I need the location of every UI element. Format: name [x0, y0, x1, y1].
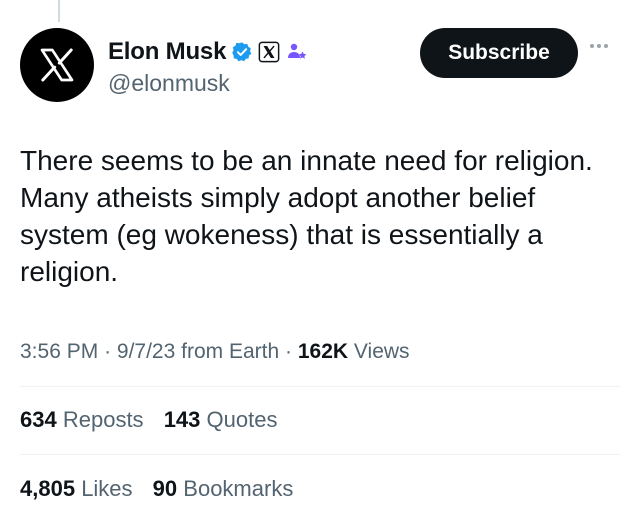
x-logo-icon	[40, 48, 74, 82]
meta-separator: ·	[285, 340, 293, 363]
subscribe-button[interactable]: Subscribe	[420, 28, 578, 78]
tweet-text-line: There seems to be an innate need for rel…	[20, 145, 593, 176]
avatar[interactable]	[20, 28, 94, 102]
tweet-text-line: religion.	[20, 256, 119, 287]
divider	[20, 386, 620, 387]
bookmarks-stat[interactable]: 90 Bookmarks	[153, 476, 294, 501]
tweet-detail: Elon Musk @elonmusk Subscribe There seem…	[0, 0, 640, 513]
likes-bookmarks-row: 4,805 Likes 90 Bookmarks	[20, 476, 307, 502]
thread-connector-line	[58, 0, 60, 22]
author-name-row: Elon Musk	[108, 38, 309, 66]
reposts-stat[interactable]: 634 Reposts	[20, 407, 150, 432]
parody-persons-icon[interactable]	[285, 41, 309, 63]
tweet-time[interactable]: 3:56 PM	[20, 340, 98, 363]
more-dots-icon[interactable]	[590, 44, 608, 48]
bookmarks-label: Bookmarks	[183, 476, 294, 501]
meta-separator: ·	[104, 340, 112, 363]
views-count: 162K	[297, 340, 349, 363]
tweet-text-line: system (eg wokeness) that is essentially…	[20, 219, 543, 250]
author-handle[interactable]: @elonmusk	[108, 70, 230, 97]
likes-label: Likes	[81, 476, 133, 501]
reposts-count: 634	[20, 407, 57, 432]
author-display-name[interactable]: Elon Musk	[108, 38, 226, 66]
verified-check-icon[interactable]	[231, 41, 253, 63]
tweet-text: There seems to be an innate need for rel…	[20, 142, 620, 290]
bookmarks-count: 90	[152, 476, 178, 501]
tweet-meta: 3:56 PM · 9/7/23 from Earth · 162K Views	[20, 340, 410, 364]
reposts-label: Reposts	[62, 407, 144, 432]
views-label: Views	[353, 340, 410, 363]
quotes-label: Quotes	[206, 407, 278, 432]
x-affiliate-icon[interactable]	[258, 41, 280, 63]
quotes-count: 143	[163, 407, 201, 432]
tweet-date[interactable]: 9/7/23	[117, 340, 175, 363]
tweet-text-line: Many atheists simply adopt another belie…	[20, 182, 536, 213]
reposts-quotes-row: 634 Reposts 143 Quotes	[20, 407, 291, 433]
divider	[20, 454, 620, 455]
tweet-source: from Earth	[181, 340, 280, 363]
quotes-stat[interactable]: 143 Quotes	[164, 407, 278, 432]
likes-stat[interactable]: 4,805 Likes	[20, 476, 139, 501]
likes-count: 4,805	[20, 476, 76, 501]
